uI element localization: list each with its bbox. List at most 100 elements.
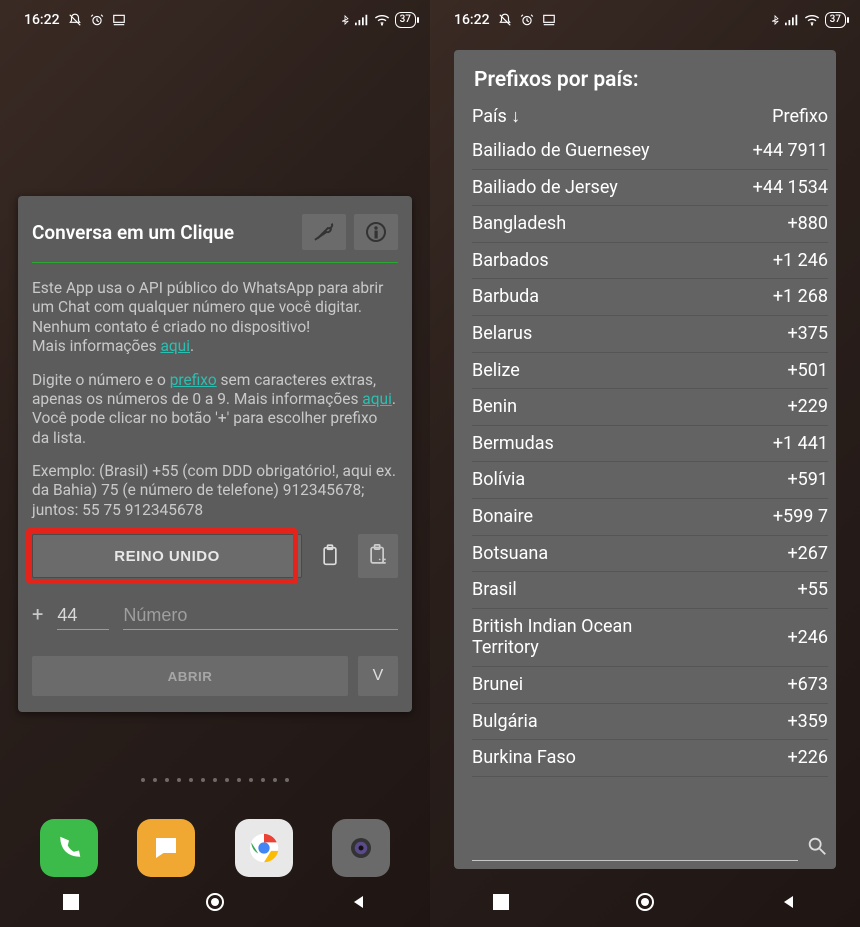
info-para-1: Este App usa o API público do WhatsApp p… — [32, 279, 398, 357]
prefix-row[interactable]: Benin +229 — [472, 389, 828, 426]
statusbar: 16:22 37 — [0, 0, 430, 34]
prefix-row[interactable]: Brunei +673 — [472, 667, 828, 704]
battery-icon: 37 — [825, 12, 846, 28]
link-prefixo[interactable]: prefixo — [170, 371, 217, 389]
prefix-row[interactable]: Bailiado de Guernesey+44 7911 — [472, 133, 828, 170]
paste-list-button[interactable] — [358, 534, 398, 578]
prefix-row[interactable]: Botsuana +267 — [472, 536, 828, 573]
country-code: +591 — [787, 469, 828, 491]
country-name: Belize — [472, 360, 520, 382]
dialog-title: Prefixos por país: — [472, 68, 828, 92]
bluetooth-icon — [770, 13, 780, 27]
link-aqui-1[interactable]: aqui — [160, 337, 190, 355]
open-button[interactable]: ABRIR — [32, 656, 348, 696]
country-name: Bermudas — [472, 433, 554, 455]
prefix-row[interactable]: Bangladesh+880 — [472, 206, 828, 243]
country-code: +1 246 — [773, 250, 828, 272]
alarm-icon — [520, 13, 534, 27]
country-code: +229 — [787, 396, 828, 418]
country-name: Bolívia — [472, 469, 525, 491]
prefix-row[interactable]: Bailiado de Jersey +44 1534 — [472, 170, 828, 207]
prefix-row[interactable]: Bulgária +359 — [472, 704, 828, 741]
chrome-app-icon[interactable] — [235, 819, 293, 877]
wrench-icon — [311, 223, 337, 241]
nav-recents[interactable] — [493, 894, 509, 914]
info-para-3: Exemplo: (Brasil) +55 (com DDD obrigatór… — [32, 462, 398, 520]
prefix-row[interactable]: Bolívia +591 — [472, 462, 828, 499]
signal-icon — [785, 14, 799, 26]
prefix-row[interactable]: Bermudas+1 441 — [472, 426, 828, 463]
country-code: +55 — [798, 579, 828, 601]
nav-recents[interactable] — [63, 894, 79, 914]
country-name: Belarus — [472, 323, 532, 345]
clipboard-list-icon — [367, 544, 389, 568]
v-button[interactable]: V — [358, 656, 398, 696]
left-screen: 16:22 37 Conversa em um Clique Este App … — [0, 0, 430, 927]
search-input[interactable] — [472, 835, 798, 861]
country-code: +673 — [787, 674, 828, 696]
settings-button[interactable] — [302, 214, 346, 250]
mute-icon — [498, 13, 512, 27]
screen-icon — [542, 13, 556, 27]
country-name: Brunei — [472, 674, 523, 696]
prefix-row[interactable]: Belarus +375 — [472, 316, 828, 353]
number-row: + — [32, 602, 398, 630]
nav-home[interactable] — [635, 892, 655, 916]
info-button[interactable] — [354, 214, 398, 250]
country-name: Bailiado de Jersey — [472, 177, 618, 199]
country-name: Bailiado de Guernesey — [472, 140, 650, 162]
info-para-2: Digite o número e o prefixo sem caracter… — [32, 371, 398, 449]
dock — [0, 819, 430, 877]
number-input[interactable] — [123, 603, 398, 630]
clock: 16:22 — [454, 12, 490, 28]
country-name: Benin — [472, 396, 517, 418]
nav-back[interactable] — [781, 894, 797, 914]
prefix-row[interactable]: Burkina Faso+226 — [472, 740, 828, 777]
prefix-row[interactable]: British Indian Ocean Territory +246 — [472, 609, 828, 667]
col-prefix[interactable]: Prefixo — [772, 106, 828, 127]
table-body: Bailiado de Guernesey+44 7911Bailiado de… — [472, 133, 828, 829]
clipboard-button[interactable] — [310, 534, 350, 578]
prefix-row[interactable]: Belize +501 — [472, 353, 828, 390]
search-row — [472, 829, 828, 861]
country-name: British Indian Ocean Territory — [472, 616, 692, 659]
prefix-row[interactable]: Barbuda+1 268 — [472, 279, 828, 316]
nav-home[interactable] — [205, 892, 225, 916]
country-code: +44 1534 — [753, 177, 828, 199]
search-icon[interactable] — [806, 835, 828, 861]
camera-app-icon[interactable] — [332, 819, 390, 877]
country-name: Bulgária — [472, 711, 538, 733]
alarm-icon — [90, 13, 104, 27]
navbar — [430, 881, 860, 927]
country-code: +246 — [787, 627, 828, 649]
link-aqui-2[interactable]: aqui — [362, 390, 392, 408]
country-name: Brasil — [472, 579, 517, 601]
plus-sign: + — [32, 602, 43, 630]
prefix-row[interactable]: Brasil +55 — [472, 572, 828, 609]
country-code: +375 — [787, 323, 828, 345]
main-card: Conversa em um Clique Este App usa o API… — [18, 196, 412, 712]
country-code: +359 — [787, 711, 828, 733]
bluetooth-icon — [340, 13, 350, 27]
prefix-row[interactable]: Barbados+1 246 — [472, 243, 828, 280]
table-header: País ↓ Prefixo — [472, 102, 828, 133]
country-name: Bonaire — [472, 506, 533, 528]
phone-app-icon[interactable] — [40, 819, 98, 877]
statusbar: 16:22 37 — [430, 0, 860, 34]
col-country[interactable]: País ↓ — [472, 106, 520, 127]
country-code: +267 — [787, 543, 828, 565]
country-code: +1 268 — [773, 286, 828, 308]
card-title: Conversa em um Clique — [32, 221, 294, 244]
prefix-input[interactable] — [57, 603, 109, 630]
messages-app-icon[interactable] — [137, 819, 195, 877]
country-code: +501 — [787, 360, 828, 382]
prefix-row[interactable]: Bonaire+599 7 — [472, 499, 828, 536]
nav-back[interactable] — [351, 894, 367, 914]
signal-icon — [355, 14, 369, 26]
country-code: +880 — [787, 213, 828, 235]
wifi-icon — [804, 14, 820, 26]
country-code: +226 — [787, 747, 828, 769]
country-select-button[interactable]: REINO UNIDO — [32, 534, 302, 578]
info-icon — [364, 220, 388, 244]
country-name: Botsuana — [472, 543, 548, 565]
